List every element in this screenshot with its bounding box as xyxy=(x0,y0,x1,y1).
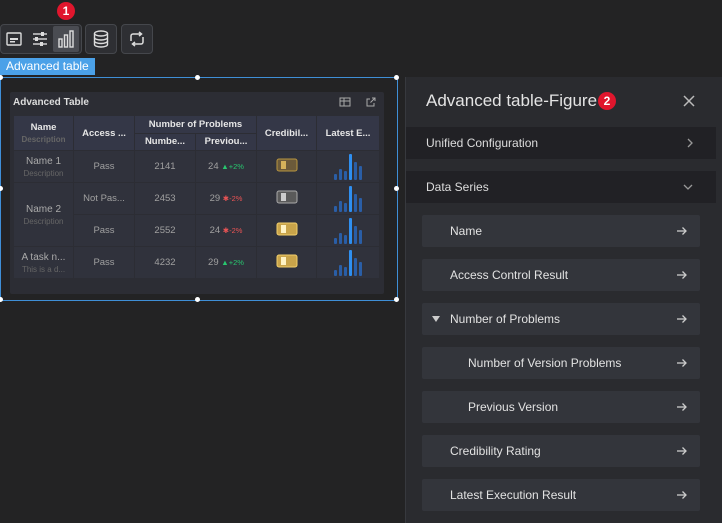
cell-access: Pass xyxy=(73,246,135,279)
series-item-name[interactable]: Name xyxy=(422,215,700,247)
sliders-icon xyxy=(33,32,47,46)
resize-handle-tm[interactable] xyxy=(195,75,200,80)
mini-bar-chart xyxy=(318,217,379,244)
selected-component-tag: Advanced table xyxy=(0,58,95,75)
cell-credibility xyxy=(256,150,317,183)
section-unified-config[interactable]: Unified Configuration xyxy=(406,127,716,159)
table-row[interactable]: Name 2 Description Not Pas... 2453 29 ✱-2… xyxy=(13,182,380,247)
mini-bar-chart xyxy=(318,249,379,276)
cell-number: 2552 xyxy=(134,214,196,247)
panel-title: Advanced table-Figure xyxy=(426,91,598,110)
arrow-right-icon xyxy=(677,227,687,235)
step-badge-2: 2 xyxy=(598,92,616,110)
table-title: Advanced Table xyxy=(13,97,89,108)
trend-down: ✱-2% xyxy=(222,226,243,235)
external-link-icon[interactable] xyxy=(365,96,377,108)
cell-number: 4232 xyxy=(134,246,196,279)
header-latest[interactable]: Latest E... xyxy=(316,115,380,151)
series-item-credibility[interactable]: Credibility Rating xyxy=(422,435,700,467)
chevron-right-icon xyxy=(687,138,693,148)
trend-up: ▲+2% xyxy=(221,258,244,267)
cell-name: Name 2 Description xyxy=(13,182,74,247)
toolbar-group-3 xyxy=(121,24,153,54)
trend-up: ▲+2% xyxy=(221,162,244,171)
resize-handle-bm[interactable] xyxy=(195,297,200,302)
interaction-button[interactable] xyxy=(124,26,150,52)
database-button[interactable] xyxy=(88,26,114,52)
table-row[interactable]: Name 1 Description Pass 2141 24 ▲+2% xyxy=(13,150,380,183)
advanced-table: Name Description Access ... Number of Pro… xyxy=(13,115,380,279)
cell-latest xyxy=(316,182,380,215)
series-item-number-of-problems[interactable]: Number of Problems xyxy=(422,303,700,335)
chart-button[interactable] xyxy=(53,26,79,52)
database-icon xyxy=(93,30,109,48)
credibility-rating-icon xyxy=(276,190,297,204)
mini-bar-chart xyxy=(318,153,379,180)
cell-access: Not Pas... xyxy=(73,182,135,215)
cell-previous: 24 ✱-2% xyxy=(195,214,257,247)
cell-latest xyxy=(316,150,380,183)
series-item-version-problems[interactable]: Number of Version Problems xyxy=(422,347,700,379)
arrow-right-icon xyxy=(677,403,687,411)
trend-down: ✱-2% xyxy=(222,194,243,203)
table-view-icon[interactable] xyxy=(339,96,351,108)
cell-credibility xyxy=(256,214,317,247)
resize-handle-br[interactable] xyxy=(394,297,399,302)
cell-latest xyxy=(316,214,380,247)
cell-access: Pass xyxy=(73,150,135,183)
cell-access: Pass xyxy=(73,214,135,247)
credibility-rating-icon xyxy=(276,222,297,236)
arrow-right-icon xyxy=(677,447,687,455)
cell-previous: 29 ▲+2% xyxy=(195,246,257,279)
header-number[interactable]: Numbe... xyxy=(134,132,196,151)
image-button[interactable] xyxy=(1,26,27,52)
config-panel: Advanced table-Figure 2 Unified Configur… xyxy=(405,77,722,523)
caret-down-icon[interactable] xyxy=(432,316,440,322)
arrow-right-icon xyxy=(677,271,687,279)
advanced-table-card: Advanced Table Name Description Access ..… xyxy=(10,92,384,294)
section-data-series[interactable]: Data Series xyxy=(406,171,716,203)
resize-handle-tr[interactable] xyxy=(394,75,399,80)
cell-latest xyxy=(316,246,380,279)
series-item-previous-version[interactable]: Previous Version xyxy=(422,391,700,423)
header-credibility[interactable]: Credibil... xyxy=(256,115,317,151)
series-item-access-control[interactable]: Access Control Result xyxy=(422,259,700,291)
cell-number: 2453 xyxy=(134,182,196,215)
cell-credibility xyxy=(256,246,317,279)
toolbar-group-1 xyxy=(0,24,82,54)
arrow-right-icon xyxy=(677,491,687,499)
header-problems-group[interactable]: Number of Problems xyxy=(134,115,257,134)
cell-credibility xyxy=(256,182,317,215)
credibility-rating-icon xyxy=(276,158,297,172)
arrow-right-icon xyxy=(677,315,687,323)
close-icon[interactable] xyxy=(682,94,696,108)
header-previous[interactable]: Previou... xyxy=(195,132,257,151)
chevron-down-icon xyxy=(683,184,693,190)
table-row[interactable]: A task n... This is a d... Pass 4232 29 ▲… xyxy=(13,246,380,279)
bar-chart-icon xyxy=(58,30,74,48)
credibility-rating-icon xyxy=(276,254,297,268)
cell-name: Name 1 Description xyxy=(13,150,74,183)
header-name-desc: Description xyxy=(21,135,66,144)
mini-bar-chart xyxy=(318,185,379,212)
image-icon xyxy=(6,32,22,46)
settings-button[interactable] xyxy=(27,26,53,52)
cell-name: A task n... This is a d... xyxy=(13,246,74,279)
series-item-latest-execution[interactable]: Latest Execution Result xyxy=(422,479,700,511)
resize-handle-mr[interactable] xyxy=(394,186,399,191)
refresh-icon xyxy=(130,31,144,47)
header-access[interactable]: Access ... xyxy=(73,115,135,151)
cell-previous: 29 ✱-2% xyxy=(195,182,257,215)
step-badge-1: 1 xyxy=(57,2,75,20)
arrow-right-icon xyxy=(677,359,687,367)
cell-number: 2141 xyxy=(134,150,196,183)
cell-previous: 24 ▲+2% xyxy=(195,150,257,183)
toolbar-group-2 xyxy=(85,24,117,54)
resize-handle-bl[interactable] xyxy=(0,297,3,302)
header-name[interactable]: Name Description xyxy=(13,115,74,151)
